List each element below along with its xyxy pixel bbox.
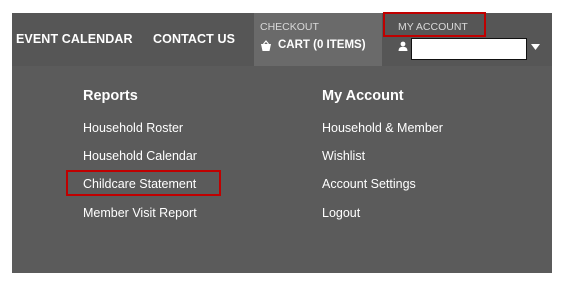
nav-event-calendar[interactable]: EVENT CALENDAR: [16, 32, 133, 46]
my-account-heading: My Account: [322, 88, 404, 104]
menu-household-member[interactable]: Household & Member: [322, 121, 443, 135]
menu-household-roster[interactable]: Household Roster: [83, 121, 183, 135]
menu-household-calendar[interactable]: Household Calendar: [83, 149, 197, 163]
account-dropdown-menu: Reports Household Roster Household Calen…: [12, 66, 552, 273]
menu-wishlist[interactable]: Wishlist: [322, 149, 365, 163]
caret-down-icon[interactable]: [531, 44, 540, 50]
reports-heading: Reports: [83, 88, 138, 104]
menu-member-visit-report[interactable]: Member Visit Report: [83, 206, 197, 220]
menu-logout[interactable]: Logout: [322, 206, 360, 220]
top-nav-bar: EVENT CALENDAR CONTACT US CHECKOUT CART …: [12, 12, 552, 66]
nav-contact-us[interactable]: CONTACT US: [153, 32, 235, 46]
cart-icon: [261, 40, 271, 51]
menu-account-settings[interactable]: Account Settings: [322, 177, 416, 191]
username-field[interactable]: [411, 38, 527, 60]
user-icon: [398, 41, 408, 51]
checkout-label: CHECKOUT: [260, 21, 319, 33]
childcare-statement-highlight: [66, 170, 221, 196]
my-account-highlight: [383, 12, 486, 37]
checkout-cart-link[interactable]: CHECKOUT CART (0 ITEMS): [254, 13, 382, 66]
cart-label: CART (0 ITEMS): [278, 39, 366, 51]
